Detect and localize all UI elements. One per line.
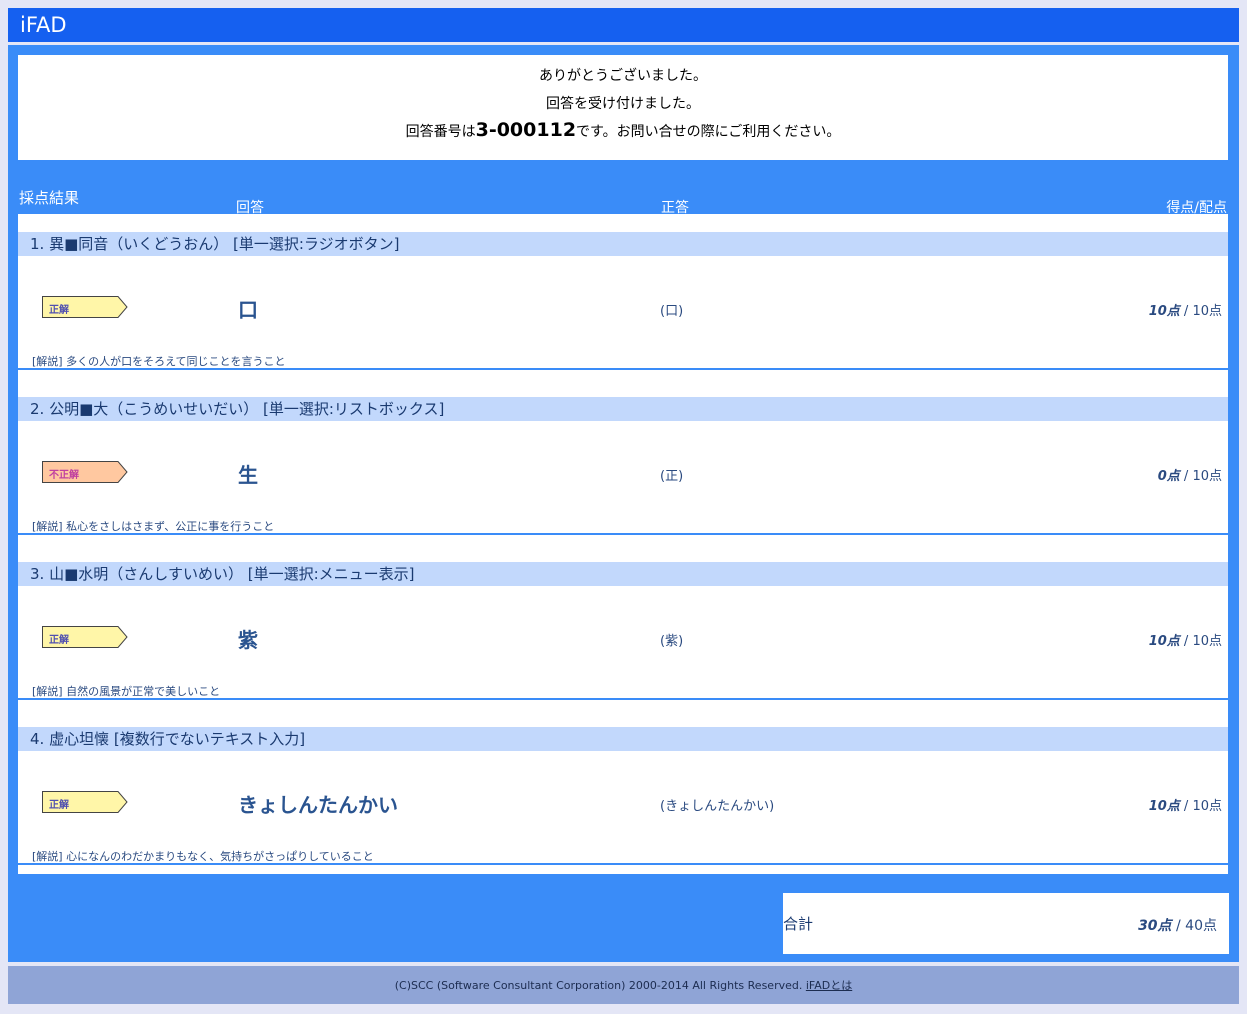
- result-badge-correct: 正解: [42, 791, 128, 813]
- points-earned: 10点: [1148, 634, 1180, 649]
- divider: [18, 863, 1228, 865]
- divider: [18, 698, 1228, 700]
- explanation: [解説] 自然の風景が正常で美しいこと: [32, 685, 221, 698]
- explanation: [解説] 私心をさしはさまず、公正に事を行うこと: [32, 520, 275, 533]
- question-row: 2. 公明■大（こうめいせいだい） [単一選択:リストボックス] 不正解 生 (…: [18, 379, 1228, 544]
- correct-answer: (紫): [660, 634, 684, 649]
- message-line-1: ありがとうございました。: [539, 68, 707, 84]
- total-points-max: 40点: [1185, 918, 1217, 934]
- user-answer: 紫: [238, 628, 258, 652]
- question-title: 4. 虚心坦懐 [複数行でないテキスト入力]: [18, 727, 1228, 751]
- question-title: 3. 山■水明（さんしすいめい） [単一選択:メニュー表示]: [18, 562, 1228, 586]
- question-row: 1. 異■同音（いくどうおん） [単一選択:ラジオボタン] 正解 口 (口) 1…: [18, 214, 1228, 379]
- divider: [18, 368, 1228, 370]
- user-answer: 生: [238, 463, 258, 487]
- points-earned: 10点: [1148, 799, 1180, 814]
- points-earned: 10点: [1148, 304, 1180, 319]
- question-title: 2. 公明■大（こうめいせいだい） [単一選択:リストボックス]: [18, 397, 1228, 421]
- main-panel: ありがとうございました。 回答を受け付けました。 回答番号は3-000112です…: [8, 45, 1239, 962]
- question-row: 4. 虚心坦懐 [複数行でないテキスト入力] 正解 きょしんたんかい (きょしん…: [18, 709, 1228, 874]
- question-row: 3. 山■水明（さんしすいめい） [単一選択:メニュー表示] 正解 紫 (紫) …: [18, 544, 1228, 709]
- points-max: 10点: [1192, 304, 1222, 319]
- section-title: 採点結果: [19, 189, 80, 207]
- message-suffix: です。お問い合せの際にご利用ください。: [576, 124, 841, 140]
- points-max: 10点: [1192, 634, 1222, 649]
- explanation: [解説] 多くの人が口をそろえて同じことを言うこと: [32, 355, 286, 368]
- total-label: 合計: [783, 915, 814, 933]
- answer-number: 3-000112: [475, 119, 577, 141]
- message-line-3: 回答番号は3-000112です。お問い合せの際にご利用ください。: [18, 119, 1228, 141]
- results-list: 1. 異■同音（いくどうおん） [単一選択:ラジオボタン] 正解 口 (口) 1…: [18, 214, 1228, 874]
- user-answer: きょしんたんかい: [238, 793, 398, 817]
- question-score: 10点 / 10点: [1148, 304, 1222, 319]
- correct-answer: (口): [660, 304, 684, 319]
- message-prefix: 回答番号は: [405, 124, 476, 140]
- explanation: [解説] 心になんのわだかまりもなく、気持ちがさっぱりしていること: [32, 850, 374, 863]
- result-label: 正解: [49, 305, 69, 316]
- points-earned: 0点: [1157, 469, 1180, 484]
- result-badge-incorrect: 不正解: [42, 461, 128, 483]
- result-badge-correct: 正解: [42, 626, 128, 648]
- result-label: 不正解: [49, 470, 79, 481]
- points-max: 10点: [1192, 799, 1222, 814]
- message-line-2: 回答を受け付けました。: [546, 96, 700, 112]
- correct-answer: (正): [660, 469, 684, 484]
- divider: [18, 533, 1228, 535]
- total-points-earned: 30点: [1138, 918, 1172, 934]
- points-max: 10点: [1192, 469, 1222, 484]
- total-score-box: 合計 30点 / 40点: [783, 893, 1229, 954]
- about-ifad-link[interactable]: iFADとは: [806, 979, 852, 992]
- total-score: 30点 / 40点: [1138, 918, 1217, 934]
- result-badge-correct: 正解: [42, 296, 128, 318]
- app-title-bar: iFAD: [8, 8, 1239, 42]
- question-title: 1. 異■同音（いくどうおん） [単一選択:ラジオボタン]: [18, 232, 1228, 256]
- result-label: 正解: [49, 635, 69, 646]
- copyright-text: (C)SCC (Software Consultant Corporation)…: [394, 979, 803, 992]
- user-answer: 口: [238, 298, 258, 322]
- question-score: 0点 / 10点: [1157, 469, 1222, 484]
- confirmation-message: ありがとうございました。 回答を受け付けました。 回答番号は3-000112です…: [18, 55, 1228, 160]
- question-score: 10点 / 10点: [1148, 799, 1222, 814]
- correct-answer: (きょしんたんかい): [660, 799, 775, 814]
- app-title: iFAD: [20, 13, 67, 37]
- result-label: 正解: [49, 800, 69, 811]
- question-score: 10点 / 10点: [1148, 634, 1222, 649]
- footer: (C)SCC (Software Consultant Corporation)…: [8, 966, 1239, 1004]
